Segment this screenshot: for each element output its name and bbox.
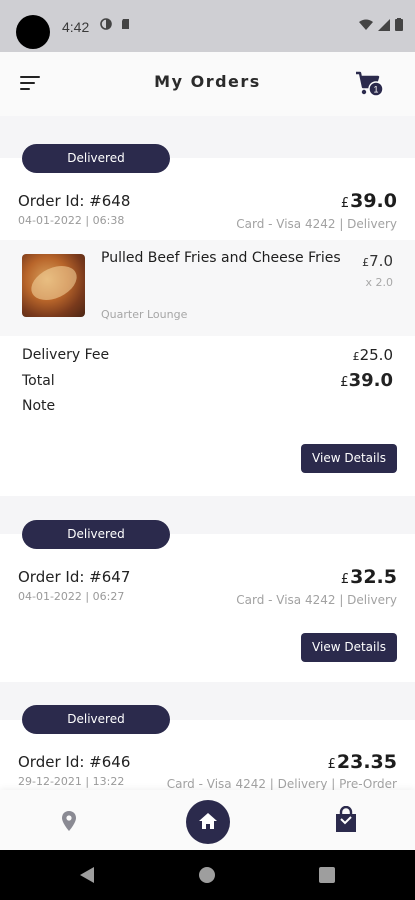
shopping-bag-icon[interactable]	[334, 806, 358, 834]
back-icon[interactable]	[80, 867, 96, 883]
sd-card-icon	[122, 19, 129, 29]
item-price: £7.0	[362, 252, 393, 270]
total-label: Total	[22, 373, 55, 389]
order-id: Order Id: #646	[18, 753, 131, 771]
order-total: £39.0	[340, 190, 397, 212]
cart-icon[interactable]: 1	[355, 70, 385, 98]
location-pin-icon[interactable]	[60, 810, 78, 832]
status-badge: Delivered	[22, 705, 170, 734]
status-time: 4:42	[62, 19, 90, 35]
order-total: £23.35	[327, 751, 397, 773]
total-value: £39.0	[340, 370, 393, 391]
order-id: Order Id: #648	[18, 192, 131, 210]
note-label: Note	[22, 398, 56, 414]
payment-info: Card - Visa 4242 | Delivery	[236, 593, 397, 607]
item-quantity: x 2.0	[365, 276, 394, 289]
order-total: £32.5	[340, 566, 397, 588]
order-date: 04-01-2022 | 06:27	[18, 590, 125, 603]
wifi-icon	[359, 19, 373, 30]
home-button[interactable]	[186, 800, 230, 844]
battery-icon	[395, 18, 403, 31]
page-title: My Orders	[154, 72, 261, 91]
app-header: My Orders 1	[0, 52, 415, 116]
cart-count-badge: 1	[373, 85, 378, 95]
system-nav-bar	[0, 850, 415, 900]
order-item: Pulled Beef Fries and Cheese Fries Quart…	[0, 240, 415, 336]
order-date: 04-01-2022 | 06:38	[18, 214, 125, 227]
payment-info: Card - Visa 4242 | Delivery | Pre-Order	[166, 777, 397, 791]
orders-list: Delivered Order Id: #648 04-01-2022 | 06…	[0, 116, 415, 812]
order-date: 29-12-2021 | 13:22	[18, 775, 125, 788]
sync-status-icon	[100, 18, 112, 30]
order-id: Order Id: #647	[18, 568, 131, 586]
status-badge: Delivered	[22, 520, 170, 549]
recent-apps-icon[interactable]	[319, 867, 335, 883]
item-vendor: Quarter Lounge	[101, 308, 188, 321]
home-icon	[199, 813, 217, 829]
status-badge: Delivered	[22, 144, 170, 173]
order-card: Delivered Order Id: #647 04-01-2022 | 06…	[0, 516, 415, 682]
item-image	[22, 254, 85, 317]
delivery-fee-label: Delivery Fee	[22, 347, 110, 363]
delivery-fee-value: £25.0	[352, 346, 393, 364]
item-name: Pulled Beef Fries and Cheese Fries	[101, 250, 341, 266]
bottom-nav	[0, 790, 415, 850]
order-card: Delivered Order Id: #648 04-01-2022 | 06…	[0, 116, 415, 496]
signal-icon	[378, 18, 390, 31]
view-details-button[interactable]: View Details	[301, 444, 397, 473]
system-home-icon[interactable]	[199, 867, 215, 883]
view-details-button[interactable]: View Details	[301, 633, 397, 662]
payment-info: Card - Visa 4242 | Delivery	[236, 217, 397, 231]
camera-cutout	[16, 15, 50, 49]
status-bar: 4:42	[0, 0, 415, 52]
